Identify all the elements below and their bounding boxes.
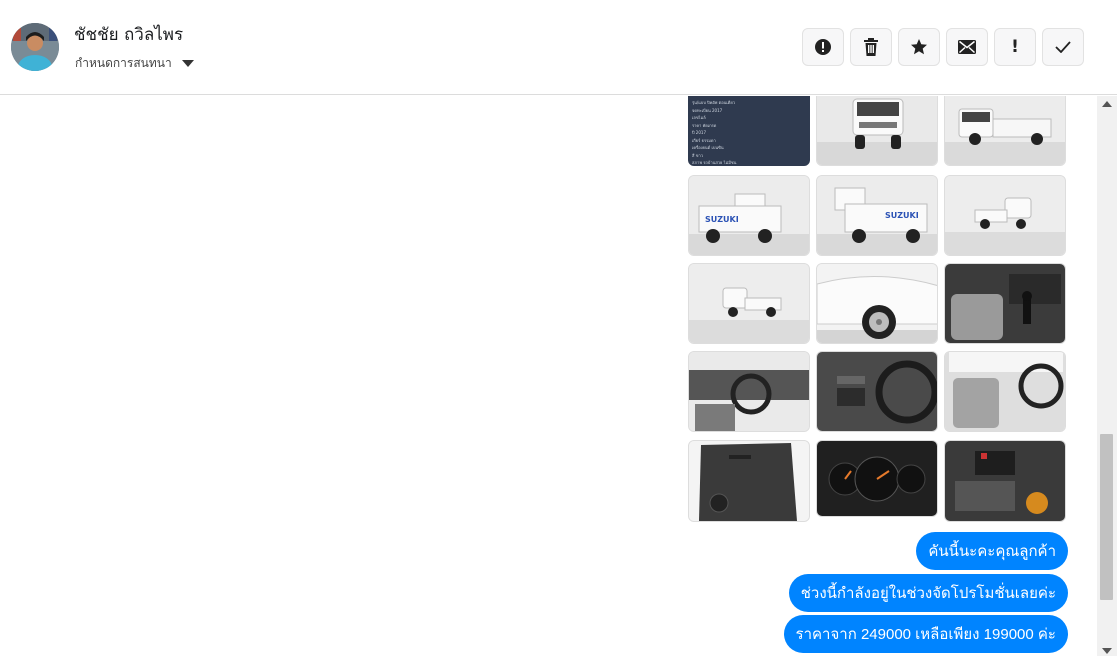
truck-engine-photo[interactable] [944,440,1066,522]
spec-sheet-photo[interactable]: รุ่น/แบบ ปิคอัพ ตอนเดียวจดทะเบียน 2017 เล… [688,96,810,166]
star-icon [911,39,927,55]
exclamation-icon: ! [1011,37,1019,57]
avatar[interactable] [11,23,59,71]
truck-gauge-photo[interactable] [816,440,938,517]
spec-sheet-row: สี ขาว [692,152,703,158]
spec-sheet-row: สภาพ รถบ้านสวย ไม่มีชน [692,160,737,165]
truck-cabin-photo[interactable] [944,351,1066,432]
message-text: ช่วงนี้กำลังอยู่ในช่วงจัดโปรโมชั่นเลยค่ะ [800,585,1056,602]
trash-icon [864,38,878,56]
spec-sheet-row: เลขไมล์ [692,115,706,120]
truck-front-photo[interactable] [816,96,938,166]
spec-sheet-row: รุ่น/แบบ ปิคอัพ ตอนเดียว [692,100,735,105]
message-bubble: ราคาจาก 249000 เหลือเพียง 199000 ค่ะ [783,615,1068,653]
delete-button[interactable] [850,28,892,66]
suzuki-logo-text: SUZUKI [705,215,739,224]
truck-door-panel-photo[interactable] [688,440,810,522]
message-text: ราคาจาก 249000 เหลือเพียง 199000 ค่ะ [795,626,1056,643]
truck-front-quarter-photo[interactable] [944,96,1066,166]
star-button[interactable] [898,28,940,66]
truck-side-left-photo[interactable] [688,263,810,344]
message-thread: รุ่น/แบบ ปิคอัพ ตอนเดียวจดทะเบียน 2017 เล… [0,96,1117,656]
conversation-setting-label: กำหนดการสนทนา [75,56,172,70]
alert-button[interactable] [802,28,844,66]
truck-steering-photo[interactable] [816,351,938,432]
check-icon [1055,41,1071,53]
suzuki-logo-text: SUZUKI [885,211,919,220]
message-bubble: ช่วงนี้กำลังอยู่ในช่วงจัดโปรโมชั่นเลยค่ะ [788,574,1068,612]
conversation-header: ชัชชัย ถวิลไพร กำหนดการสนทนา ! [0,0,1117,95]
message-text: คันนี้นะคะคุณลูกค้า [928,543,1056,560]
truck-dashboard-photo[interactable] [688,351,810,432]
scroll-down-arrow-icon[interactable] [1102,648,1112,654]
spec-sheet-row: เกียร์ ธรรมดา [692,137,716,143]
contact-name: ชัชชัย ถวิลไพร [74,25,184,45]
alert-circle-icon [815,39,831,55]
truck-seat-photo[interactable] [944,263,1066,344]
spec-sheet-row: เครื่องยนต์ เบนซิน [692,145,724,150]
mail-button[interactable] [946,28,988,66]
scrollbar-thumb[interactable] [1100,434,1113,600]
spec-sheet-row: จดทะเบียน 2017 [692,107,723,113]
truck-side-right-photo[interactable] [944,175,1066,256]
mark-done-button[interactable] [1042,28,1084,66]
spec-sheet-row: ราคา คัดเกรด [692,122,717,128]
truck-wheel-photo[interactable] [816,263,938,344]
scroll-up-arrow-icon[interactable] [1102,101,1112,107]
truck-rear-right-photo[interactable]: SUZUKI [816,175,938,256]
envelope-icon [958,40,976,54]
mark-important-button[interactable]: ! [994,28,1036,66]
conversation-setting-dropdown[interactable]: กำหนดการสนทนา [75,54,194,73]
caret-down-icon [181,60,194,67]
message-bubble: คันนี้นะคะคุณลูกค้า [916,532,1068,570]
truck-rear-left-photo[interactable]: SUZUKI [688,175,810,256]
spec-sheet-row: ปี 2017 [692,130,706,135]
conversation-toolbar: ! [802,28,1084,66]
